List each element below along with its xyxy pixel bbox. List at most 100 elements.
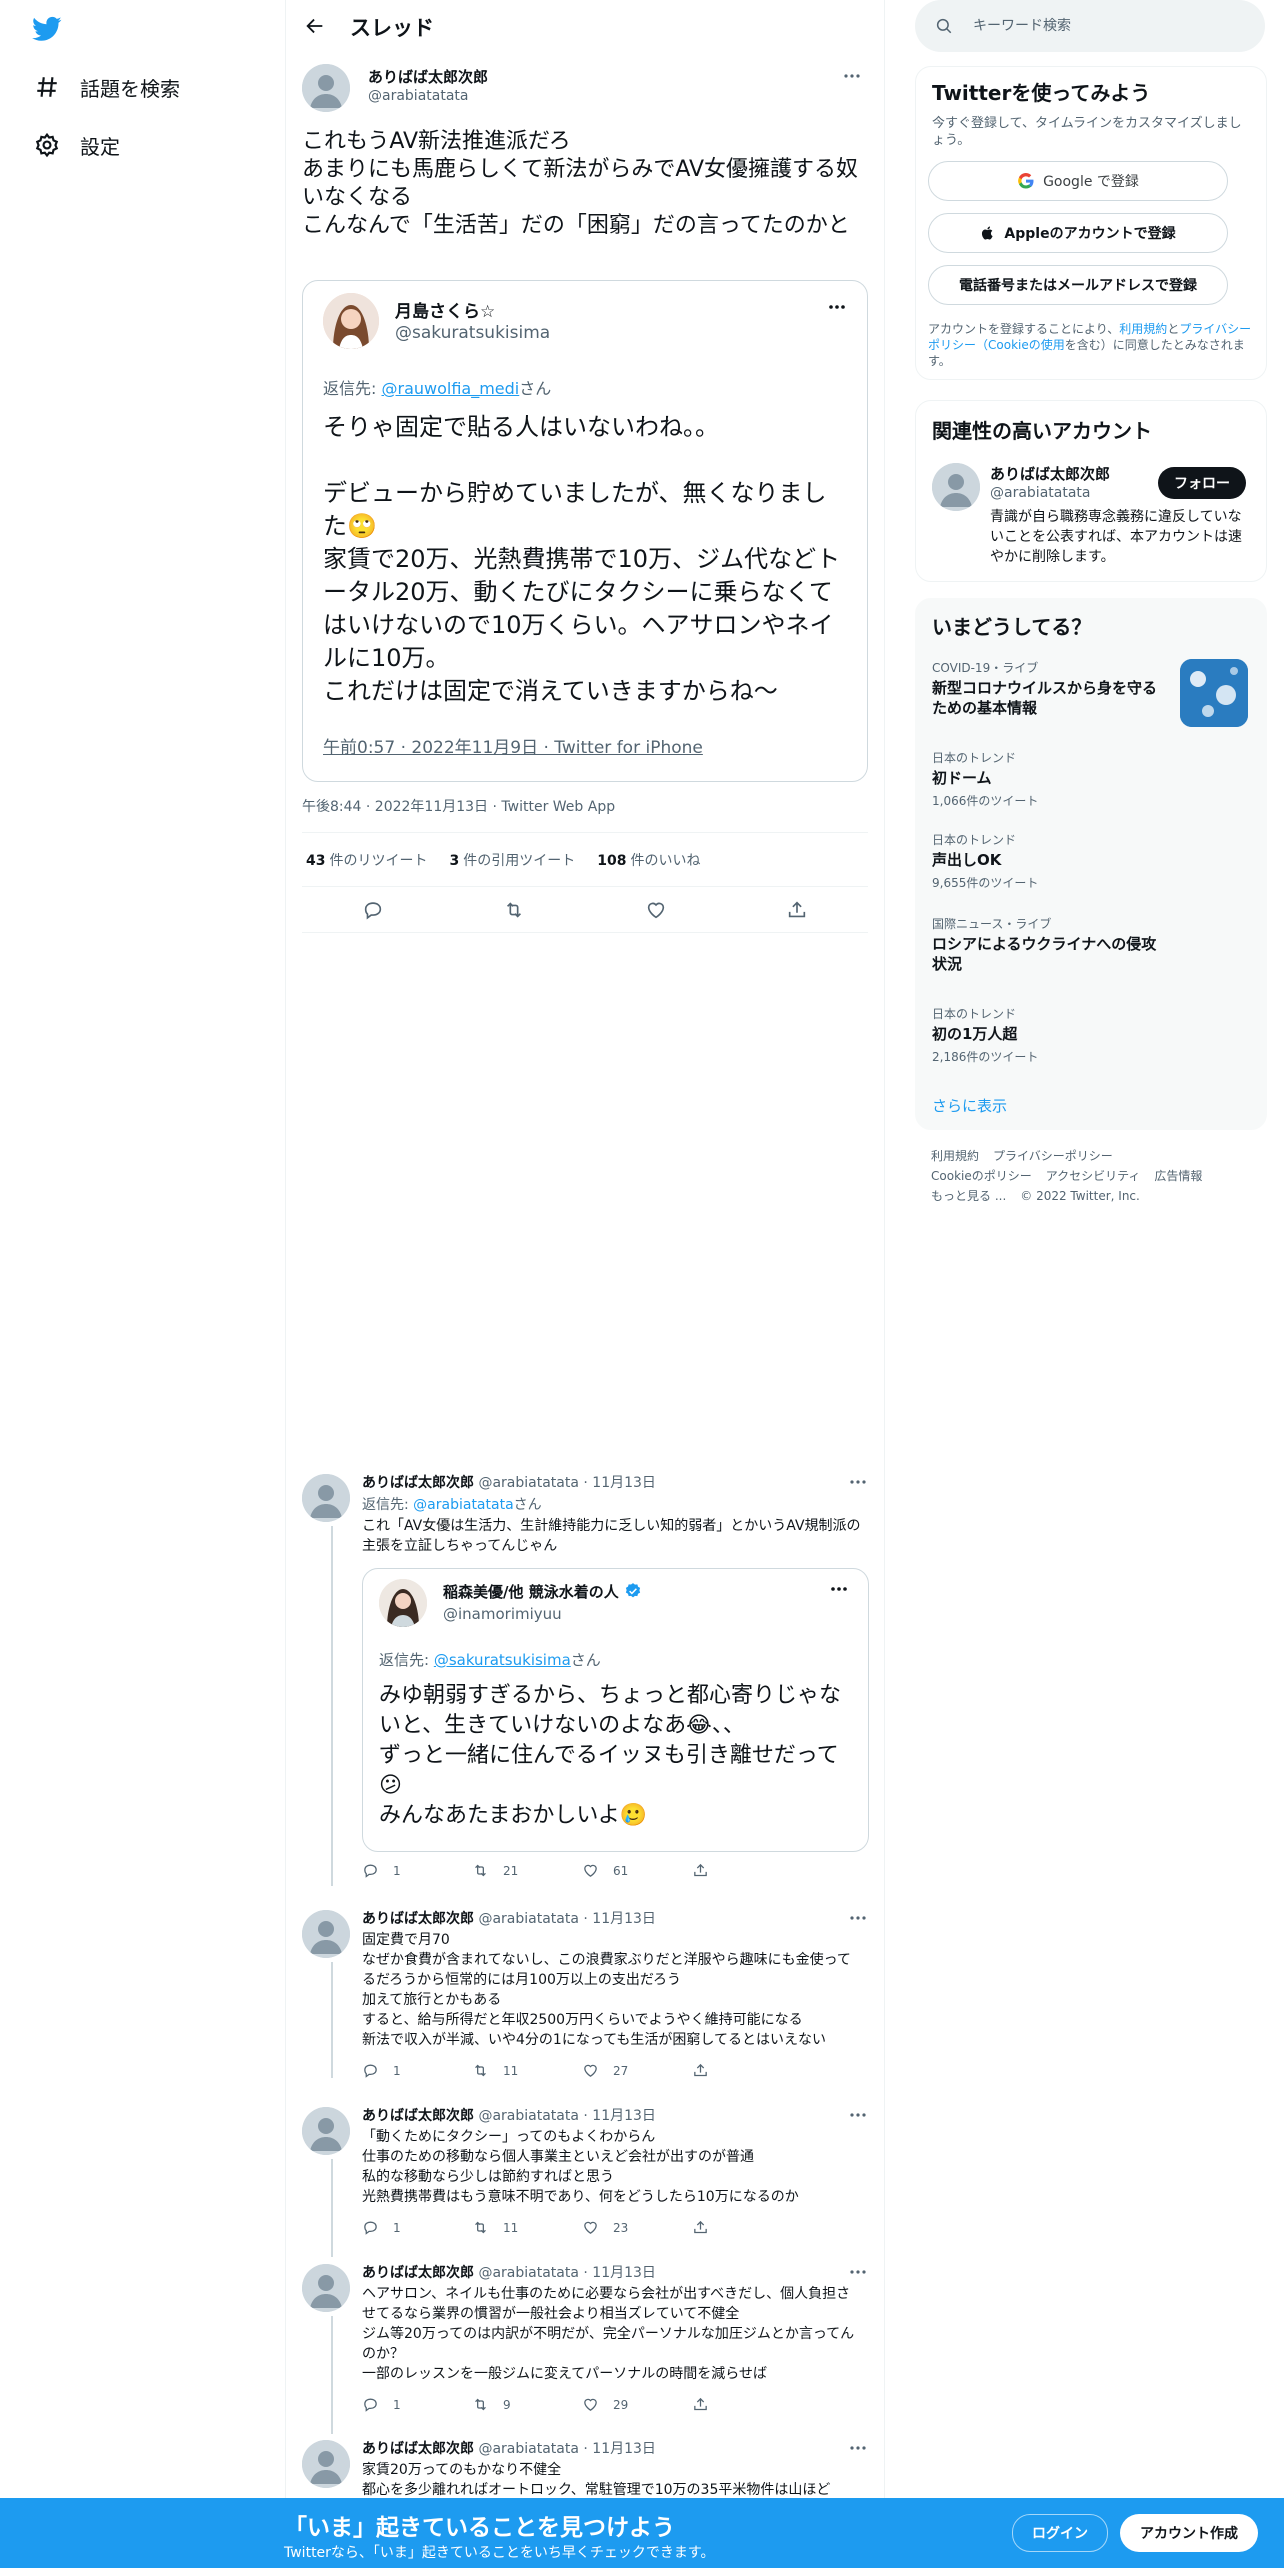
- trends-panel: いまどうしてる？ COVID-19・ライブ 新型コロナウイルスから身を守るための…: [915, 598, 1267, 1130]
- follow-button[interactable]: フォロー: [1158, 467, 1246, 499]
- reply-to-link[interactable]: @rauwolfia_medi: [381, 379, 519, 398]
- trend-item[interactable]: 国際ニュース・ライブ ロシアによるウクライナへの侵攻状況: [932, 915, 1232, 974]
- like-icon: [584, 1864, 597, 1877]
- reply-tweet[interactable]: ありばば太郎次郎 @arabiatatata · 11月13日 返信先: @ar…: [286, 1472, 884, 1888]
- login-button[interactable]: ログイン: [1012, 2514, 1108, 2552]
- tweet-text: これもうAV新法推進派だろ あまりにも馬鹿らしくて新法がらみでAV女優擁護する奴…: [302, 129, 859, 238]
- avatar[interactable]: [302, 2440, 350, 2488]
- retweet-icon[interactable]: [503, 899, 525, 921]
- quote-author-name: 月島さくら☆: [395, 302, 496, 322]
- author-handle[interactable]: @arabiatatata: [368, 88, 468, 104]
- reply-count[interactable]: 1: [362, 1862, 472, 1879]
- avatar[interactable]: [302, 2264, 350, 2312]
- reply-tweet[interactable]: ありばば太郎次郎 @arabiatatata · 11月13日 家賃20万っての…: [286, 2438, 884, 2498]
- show-more-link[interactable]: さらに表示: [932, 1095, 1007, 1116]
- more-options-icon[interactable]: [848, 2262, 868, 2282]
- trend-item[interactable]: 日本のトレンド 初の1万人超 2,186件のツイート: [932, 1005, 1232, 1065]
- more-options-icon[interactable]: [829, 1579, 849, 1599]
- more-options-icon[interactable]: [842, 66, 862, 86]
- reply-to-link[interactable]: @arabiatatata: [413, 1497, 513, 1513]
- phone-email-signup-button[interactable]: 電話番号またはメールアドレスで登録: [928, 265, 1228, 305]
- more-options-icon[interactable]: [848, 2105, 868, 2125]
- avatar[interactable]: [302, 1910, 350, 1958]
- retweet-count[interactable]: 11: [472, 2062, 582, 2079]
- retweet-icon: [475, 2064, 486, 2077]
- likes-stat[interactable]: 108 件のいいね: [597, 850, 700, 870]
- retweets-stat[interactable]: 43 件のリツイート: [306, 850, 427, 870]
- retweet-icon: [475, 2398, 486, 2411]
- retweet-count[interactable]: 21: [472, 1862, 582, 1879]
- signup-button[interactable]: アカウント作成: [1120, 2514, 1258, 2552]
- quote-timestamp[interactable]: 午前0:57 · 2022年11月9日 · Twitter for iPhone: [323, 733, 703, 758]
- more-options-icon[interactable]: [848, 1908, 868, 1928]
- avatar: [379, 1579, 427, 1627]
- reply-tweet[interactable]: ありばば太郎次郎 @arabiatatata · 11月13日 固定費で月70 …: [286, 1908, 884, 2078]
- more-options-icon[interactable]: [848, 1472, 868, 1492]
- share-button[interactable]: [692, 2062, 802, 2079]
- back-arrow-icon[interactable]: [304, 15, 328, 39]
- nav-settings[interactable]: 設定: [32, 125, 120, 165]
- share-button[interactable]: [692, 1862, 802, 1879]
- like-count[interactable]: 23: [582, 2219, 692, 2236]
- apple-signup-button[interactable]: Appleのアカウントで登録: [928, 213, 1228, 253]
- footer-terms-link[interactable]: 利用規約: [931, 1146, 979, 1166]
- account-bio: 青識が自ら職務専念義務に違反していないことを公表すれば、本アカウントは速やかに削…: [990, 509, 1242, 565]
- footer-privacy-link[interactable]: プライバシーポリシー: [993, 1146, 1113, 1166]
- account-name[interactable]: ありばば太郎次郎: [990, 463, 1110, 484]
- nav-explore[interactable]: 話題を検索: [32, 67, 180, 107]
- account-handle[interactable]: @arabiatatata: [990, 485, 1090, 501]
- trend-item[interactable]: COVID-19・ライブ 新型コロナウイルスから身を守るための基本情報: [932, 659, 1168, 718]
- retweet-count[interactable]: 9: [472, 2396, 582, 2413]
- reply-count[interactable]: 1: [362, 2219, 472, 2236]
- share-icon[interactable]: [786, 899, 808, 921]
- quotes-stat[interactable]: 3 件の引用ツイート: [449, 850, 575, 870]
- reply-tweet[interactable]: ありばば太郎次郎 @arabiatatata · 11月13日 ヘアサロン、ネイ…: [286, 2262, 884, 2434]
- share-button[interactable]: [692, 2219, 802, 2236]
- more-options-icon[interactable]: [827, 297, 847, 317]
- nav-settings-label: 設定: [80, 134, 120, 159]
- footer-more-link[interactable]: もっと見る ...: [931, 1186, 1006, 1206]
- like-icon[interactable]: [645, 899, 667, 921]
- quoted-tweet[interactable]: 稲森美優/他 競泳水着の人 @inamorimiyuu 返信先: @sakura…: [362, 1568, 869, 1852]
- twitter-logo-icon[interactable]: [32, 14, 62, 44]
- thread-connector: [331, 2316, 333, 2434]
- reply-icon: [364, 2398, 377, 2412]
- avatar[interactable]: [302, 64, 350, 112]
- search-input[interactable]: [971, 17, 1235, 35]
- reply-to-link[interactable]: @sakuratsukisima: [434, 1651, 571, 1669]
- reply-header: ありばば太郎次郎 @arabiatatata · 11月13日: [362, 2265, 656, 2281]
- reply-icon[interactable]: [362, 899, 384, 921]
- footer-accessibility-link[interactable]: アクセシビリティ: [1046, 1166, 1141, 1186]
- gear-icon: [32, 130, 62, 160]
- reply-count[interactable]: 1: [362, 2396, 472, 2413]
- reply-count[interactable]: 1: [362, 2062, 472, 2079]
- footer-cookie-link[interactable]: Cookieのポリシー: [931, 1166, 1032, 1186]
- quote-author-handle: @inamorimiyuu: [443, 1605, 562, 1623]
- quote-author-handle: @sakuratsukisima: [395, 323, 551, 343]
- share-button[interactable]: [692, 2396, 802, 2413]
- like-count[interactable]: 61: [582, 1862, 692, 1879]
- like-count[interactable]: 29: [582, 2396, 692, 2413]
- reply-header: ありばば太郎次郎 @arabiatatata · 11月13日: [362, 1911, 656, 1927]
- quote-author-name: 稲森美優/他 競泳水着の人: [443, 1581, 642, 1604]
- terms-link[interactable]: 利用規約: [1119, 322, 1167, 336]
- avatar[interactable]: [302, 1474, 350, 1522]
- trend-item[interactable]: 日本のトレンド 初ドーム 1,066件のツイート: [932, 749, 1232, 809]
- footer-links: 利用規約 プライバシーポリシー Cookieのポリシー アクセシビリティ 広告情報 も…: [931, 1146, 1261, 1206]
- reply-icon: [364, 2221, 377, 2235]
- reply-tweet[interactable]: ありばば太郎次郎 @arabiatatata · 11月13日 「動くためにタク…: [286, 2105, 884, 2257]
- search-bar[interactable]: [915, 0, 1265, 52]
- avatar[interactable]: [302, 2107, 350, 2155]
- more-options-icon[interactable]: [848, 2438, 868, 2458]
- footer-ads-link[interactable]: 広告情報: [1154, 1166, 1202, 1186]
- reply-text: 家賃20万ってのもかなり不健全 都心を多少離れればオートロック、常駐管理で10万…: [362, 2462, 831, 2498]
- google-signup-button[interactable]: Google で登録: [928, 161, 1228, 201]
- retweet-count[interactable]: 11: [472, 2219, 582, 2236]
- tweet-timestamp[interactable]: 午後8:44 · 2022年11月13日 · Twitter Web App: [302, 796, 615, 816]
- like-count[interactable]: 27: [582, 2062, 692, 2079]
- trend-item[interactable]: 日本のトレンド 声出しOK 9,655件のツイート: [932, 831, 1232, 891]
- avatar[interactable]: [932, 463, 980, 511]
- thread-connector: [331, 1962, 333, 2078]
- quoted-tweet[interactable]: 月島さくら☆ @sakuratsukisima 返信先: @rauwolfia_…: [302, 280, 868, 782]
- author-name[interactable]: ありばば太郎次郎: [368, 66, 488, 87]
